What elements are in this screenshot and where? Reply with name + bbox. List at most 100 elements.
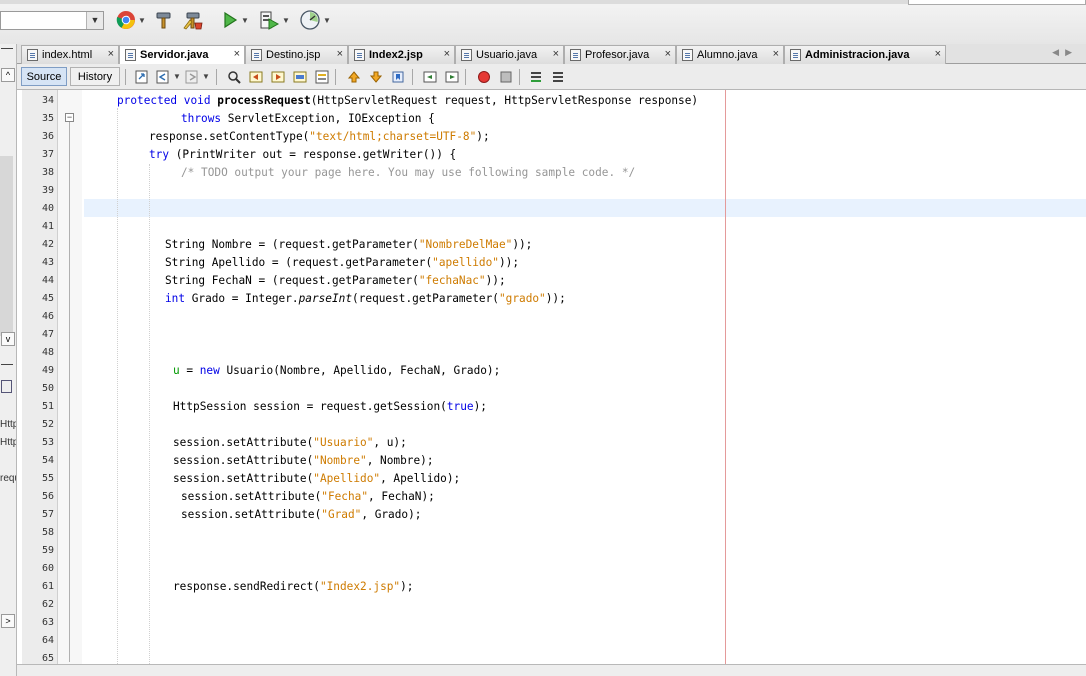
chrome-icon [116, 11, 136, 29]
tab-label: Servidor.java [140, 49, 209, 61]
profile-button[interactable]: ▼ [296, 8, 334, 32]
close-icon[interactable]: × [444, 48, 450, 60]
chevron-down-icon[interactable]: ▼ [241, 16, 249, 25]
code-line: response.setContentType("text/html;chars… [149, 128, 490, 146]
code-token: , u); [373, 436, 407, 449]
tab-label: Alumno.java [697, 49, 758, 61]
tab-profesor-java[interactable]: Profesor.java × [564, 45, 676, 64]
line-number: 34 [41, 95, 54, 106]
line-number: 52 [41, 419, 54, 430]
tab-alumno-java[interactable]: Alumno.java × [676, 45, 784, 64]
clean-build-button[interactable] [180, 8, 206, 32]
chevron-right-icon[interactable]: > [1, 614, 15, 628]
chevron-down-icon[interactable]: ▼ [173, 72, 181, 81]
find-previous-icon[interactable] [249, 70, 263, 84]
navigator-icon[interactable] [1, 380, 12, 393]
code-token: true [446, 400, 474, 413]
code-line: session.setAttribute("Usuario", u); [173, 434, 407, 452]
line-number: 43 [41, 257, 54, 268]
separator [335, 69, 336, 85]
chevron-down-icon[interactable]: ▼ [323, 16, 331, 25]
forward-icon[interactable] [185, 70, 199, 84]
minimize-icon[interactable] [1, 48, 13, 49]
line-number: 63 [41, 617, 54, 628]
chevron-down-icon[interactable]: ▼ [86, 12, 103, 29]
line-number: 42 [41, 239, 54, 250]
line-number: 59 [41, 545, 54, 556]
source-tab[interactable]: Source [21, 67, 67, 86]
code-token: "Index2.jsp" [319, 580, 401, 593]
separator [412, 69, 413, 85]
code-token: response.sendRedirect( [173, 580, 320, 593]
code-token: , Apellido); [380, 472, 461, 485]
quick-search-field[interactable] [908, 0, 1086, 5]
code-token: try [149, 148, 176, 161]
tab-servidor-java[interactable]: Servidor.java × [119, 45, 245, 64]
file-icon [790, 49, 801, 61]
chevron-down-icon[interactable]: v [1, 332, 15, 346]
tab-destino-jsp[interactable]: Destino.jsp × [245, 45, 348, 64]
chevron-down-icon[interactable]: ▼ [138, 16, 146, 25]
code-token: String FechaN = (request.getParameter( [165, 274, 419, 287]
find-selection-icon[interactable] [293, 70, 307, 84]
clean-build-icon [183, 12, 203, 30]
uncomment-icon[interactable] [551, 70, 565, 84]
comment-icon[interactable] [529, 70, 543, 84]
code-token: "grado" [498, 292, 546, 305]
browser-button[interactable]: ▼ [113, 8, 149, 32]
start-macro-icon[interactable] [477, 70, 491, 84]
next-bookmark-icon[interactable] [369, 70, 383, 84]
code-token: processRequest [217, 94, 311, 107]
code-token: response.setContentType( [149, 130, 310, 143]
tab-scroll-arrows[interactable]: ◀▶ [1052, 47, 1078, 58]
minimize-icon[interactable] [1, 364, 13, 365]
line-number: 37 [41, 149, 54, 160]
close-icon[interactable]: × [234, 48, 240, 60]
last-edit-icon[interactable] [135, 70, 149, 84]
code-token: parseInt [298, 292, 353, 305]
debug-button[interactable]: ▼ [254, 8, 294, 32]
tab-index-html[interactable]: index.html × [21, 45, 119, 64]
code-line: int Grado = Integer.parseInt(request.get… [165, 290, 566, 308]
previous-bookmark-icon[interactable] [347, 70, 361, 84]
build-button[interactable] [152, 8, 176, 32]
close-icon[interactable]: × [108, 48, 114, 60]
shift-right-icon[interactable] [445, 70, 459, 84]
code-token: "fechaNac" [418, 274, 486, 287]
find-next-icon[interactable] [271, 70, 285, 84]
toggle-highlight-icon[interactable] [315, 70, 329, 84]
chevron-down-icon[interactable]: ▼ [282, 16, 290, 25]
close-icon[interactable]: × [773, 48, 779, 60]
tab-usuario-java[interactable]: Usuario.java × [455, 45, 564, 64]
run-button[interactable]: ▼ [218, 8, 252, 32]
line-number: 64 [41, 635, 54, 646]
code-token: session.setAttribute( [173, 472, 314, 485]
stop-macro-icon[interactable] [499, 70, 513, 84]
history-tab[interactable]: History [70, 67, 120, 86]
close-icon[interactable]: × [553, 48, 559, 60]
current-line-highlight [84, 199, 1086, 217]
tab-index2-jsp[interactable]: Index2.jsp × [348, 45, 455, 64]
indent-guide [149, 164, 151, 668]
file-icon [682, 49, 693, 61]
line-number: 46 [41, 311, 54, 322]
toggle-bookmark-icon[interactable] [391, 70, 405, 84]
search-icon[interactable] [227, 70, 241, 84]
close-icon[interactable]: × [935, 48, 941, 60]
chevron-down-icon[interactable]: ▼ [202, 72, 210, 81]
close-icon[interactable]: × [665, 48, 671, 60]
code-token: (request.getParameter( [352, 292, 499, 305]
chevron-up-icon[interactable]: ^ [1, 68, 15, 82]
separator [125, 69, 126, 85]
file-icon [461, 49, 472, 61]
collapse-icon[interactable]: − [65, 113, 74, 122]
close-icon[interactable]: × [337, 48, 343, 60]
main-toolbar: ▼ ▼ ▼ ▼ ▼ [0, 0, 1086, 45]
code-token: )); [545, 292, 566, 305]
panel-scrollbar[interactable] [0, 156, 13, 336]
tab-administracion-java[interactable]: Administracion.java × [784, 45, 946, 64]
shift-left-icon[interactable] [423, 70, 437, 84]
back-icon[interactable] [156, 70, 170, 84]
debug-icon [260, 11, 280, 30]
configuration-combo[interactable]: ▼ [0, 11, 104, 30]
